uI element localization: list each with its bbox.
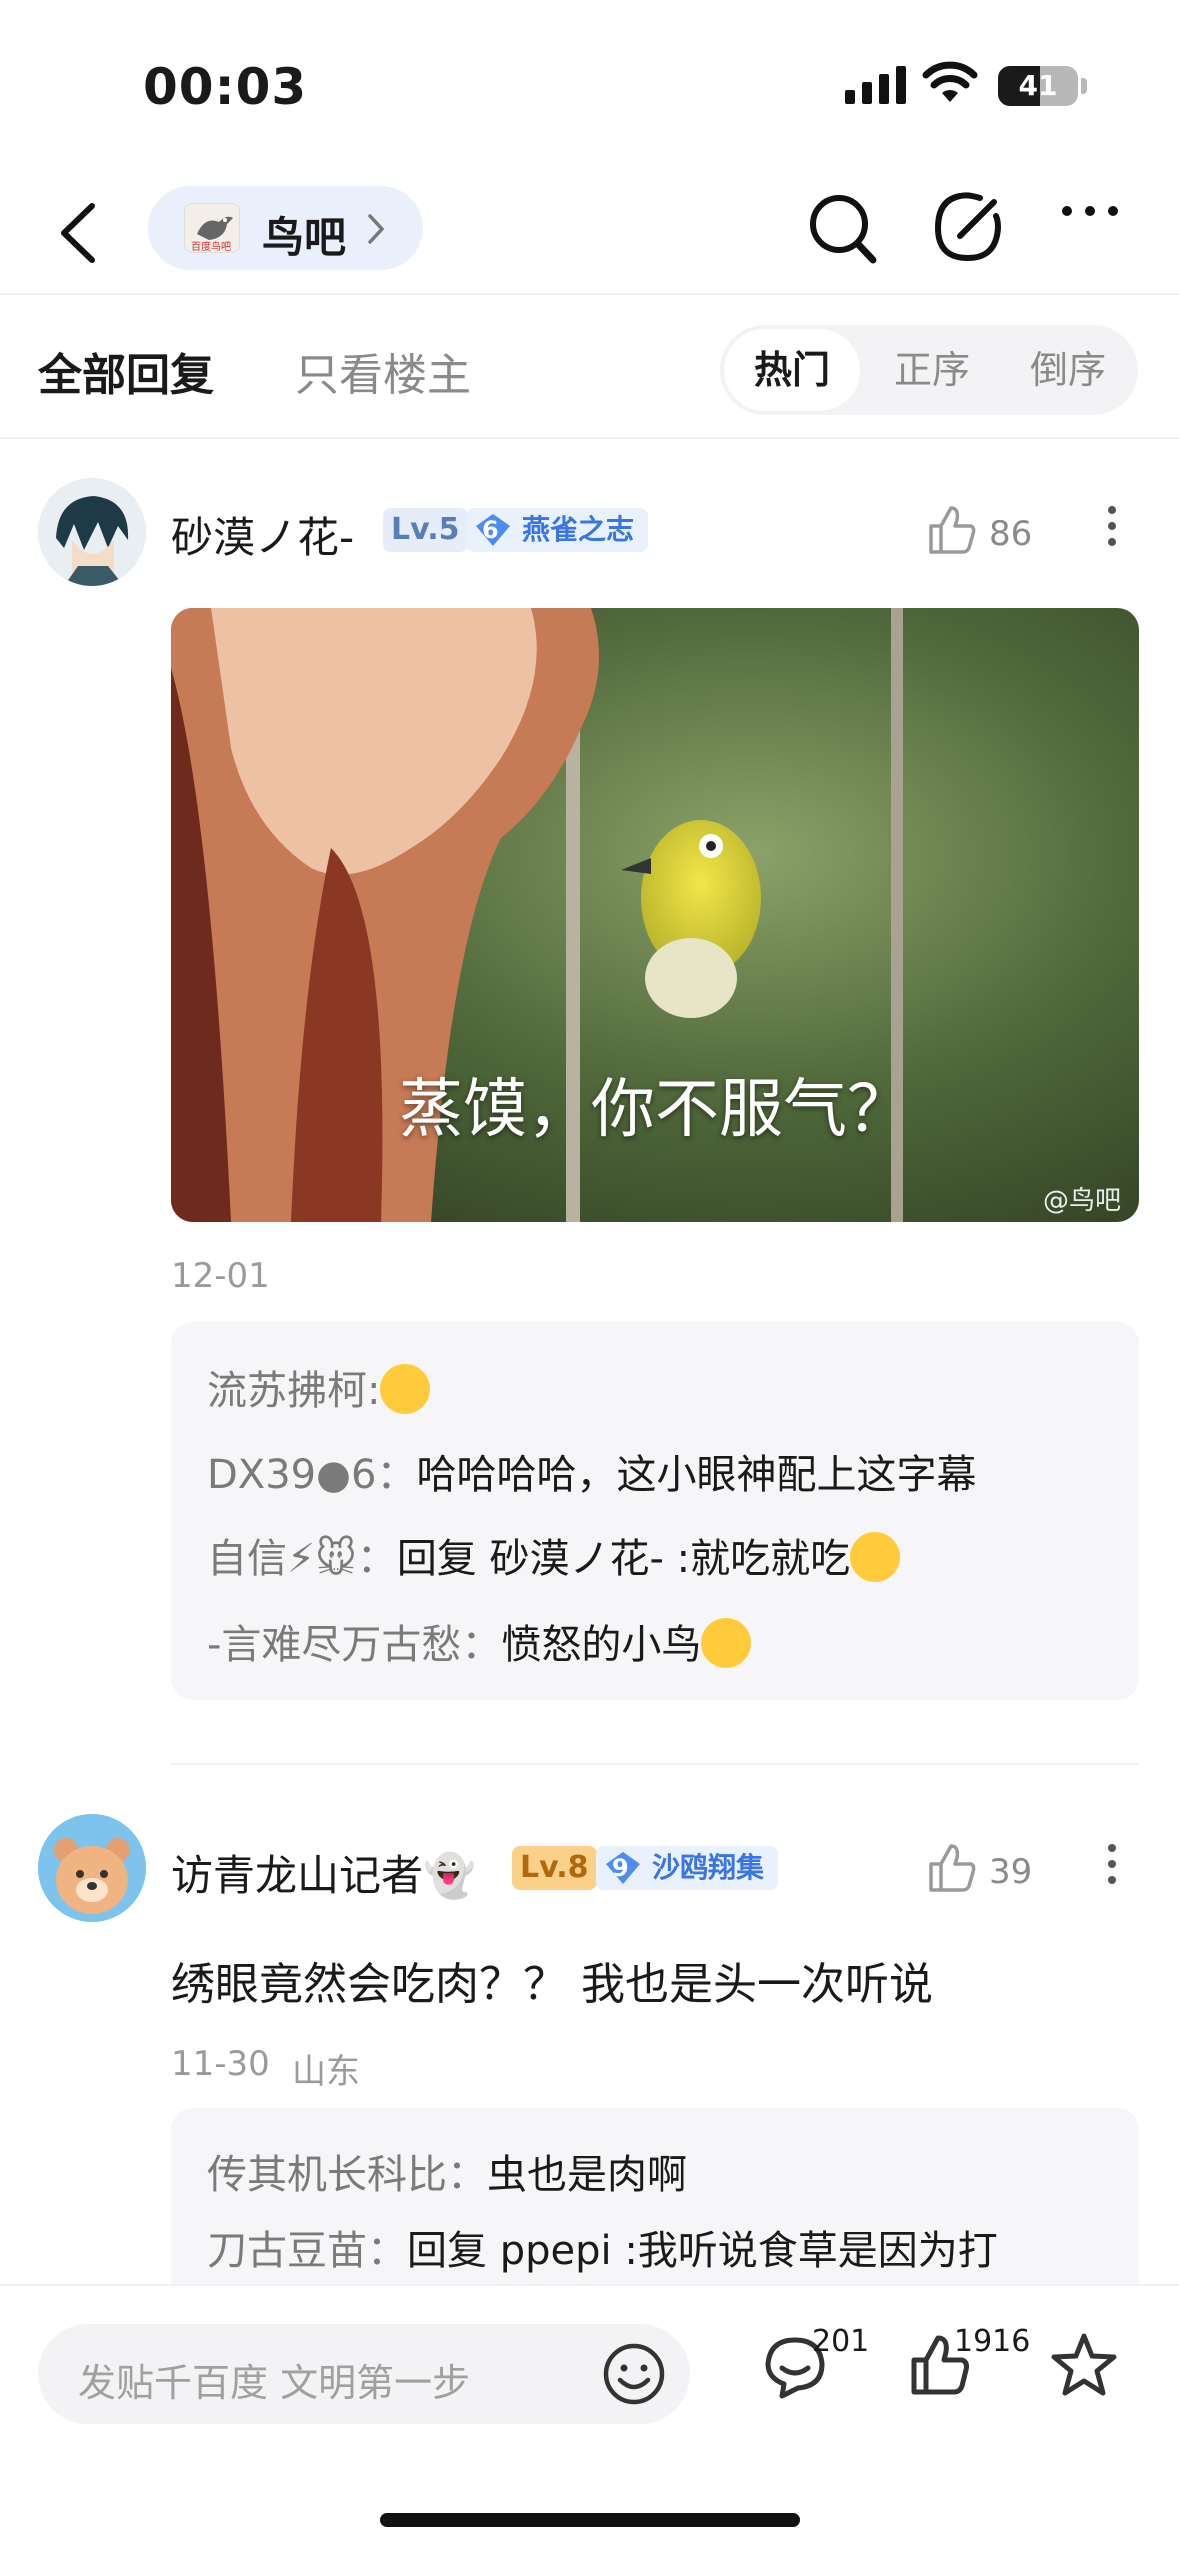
image-watermark: @鸟吧 [1042,1186,1121,1216]
star-icon[interactable] [1050,2332,1118,2398]
emoji-icon[interactable] [600,2340,668,2408]
fan-badge-level: 6 [482,516,499,544]
fan-badge-title: 沙鸥翔集 [652,1851,765,1884]
search-icon[interactable] [805,188,881,268]
home-indicator[interactable] [380,2513,800,2527]
level-badge: Lv.5 [383,508,468,552]
reply-author[interactable]: 刀古豆苗 [207,2228,367,2274]
reply-line[interactable]: 传其机长科比：虫也是肉啊 [207,2142,687,2200]
signal-icon [845,66,906,104]
comment-divider [171,1763,1139,1765]
reply-line[interactable]: 刀古豆苗：回复 ppepi :我听说食草是因为打 [207,2218,998,2276]
status-time: 00:03 [143,58,308,116]
reply-author[interactable]: 自信⚡🐭 [207,1536,357,1582]
username[interactable]: 访青龙山记者👻 [171,1842,475,1903]
like-count: 39 [989,1852,1033,1892]
compose-icon[interactable] [930,188,1006,268]
top-nav: 百度鸟吧 鸟吧 [0,170,1179,295]
fan-badge: 9 沙鸥翔集 [596,1846,779,1890]
reply-box[interactable]: 传其机长科比：虫也是肉啊 刀古豆苗：回复 ppepi :我听说食草是因为打 [171,2108,1139,2308]
sort-toggle: 热门 正序 倒序 [720,325,1138,415]
bear-avatar-icon [38,1814,146,1922]
reply-line[interactable]: 自信⚡🐭：回复 砂漠ノ花- :就吃就吃 [207,1526,901,1586]
comment-count: 201 [812,2324,870,2359]
comment-location: 山东 [292,2052,360,2092]
tab-all-replies[interactable]: 全部回复 [38,339,214,403]
reply-box[interactable]: 流苏拂柯: DX39●6：哈哈哈哈，这小眼神配上这字幕 自信⚡🐭：回复 砂漠ノ花… [171,1322,1139,1700]
filter-tabs: 全部回复 只看楼主 热门 正序 倒序 [0,297,1179,439]
comment-date: 12-01 [171,1256,270,1296]
level-badge: Lv.8 [512,1846,597,1890]
bottom-action-bar: 发贴千百度 文明第一步 201 1916 [0,2284,1179,2556]
reply-text: 回复 ppepi :我听说食草是因为打 [407,2228,998,2274]
thumb-up-icon[interactable] [925,502,979,556]
reply-separator: ： [376,1452,417,1498]
fan-badge-level: 9 [612,1854,629,1882]
avatar[interactable] [38,478,146,586]
reply-author[interactable]: 传其机长科比 [207,2152,447,2198]
reply-separator: ： [447,2152,487,2198]
sort-descending[interactable]: 倒序 [1000,329,1136,411]
sort-hot[interactable]: 热门 [724,329,860,411]
reply-line[interactable]: 流苏拂柯: [207,1358,431,1418]
yum-emoji-icon [850,1532,901,1582]
like-count: 86 [989,514,1033,554]
reply-line[interactable]: DX39●6：哈哈哈哈，这小眼神配上这字幕 [207,1442,976,1500]
reply-line[interactable]: -言难尽万古愁：愤怒的小鸟 [207,1612,752,1672]
laughing-emoji-icon [701,1618,752,1668]
wifi-icon [922,61,978,102]
comment-menu-icon[interactable] [1106,1844,1118,1894]
thumb-up-icon[interactable] [925,1840,979,1894]
reply-separator: ： [356,1536,397,1582]
status-bar: 00:03 41 [0,0,1179,170]
battery-tip [1081,78,1087,94]
forum-name: 鸟吧 [262,213,347,262]
laughing-emoji-icon [380,1364,431,1414]
reply-separator: ： [461,1622,502,1668]
reply-input-placeholder: 发贴千百度 文明第一步 [78,2361,471,2405]
tab-op-only[interactable]: 只看楼主 [295,339,471,403]
bird-logo-icon: 百度鸟吧 [191,216,233,253]
reply-text: 哈哈哈哈，这小眼神配上这字幕 [416,1452,977,1498]
reply-author[interactable]: 流苏拂柯 [207,1368,367,1414]
sort-ascending[interactable]: 正序 [864,329,1000,411]
battery-level: 41 [1018,69,1058,102]
reply-separator: ： [367,2228,407,2274]
more-options-icon[interactable] [1060,204,1120,218]
comment-date: 11-30 [171,2044,270,2084]
reply-separator: : [367,1368,381,1414]
comment-menu-icon[interactable] [1106,506,1118,556]
reply-input[interactable]: 发贴千百度 文明第一步 [38,2324,690,2424]
fan-badge-title: 燕雀之志 [522,513,635,546]
forum-logo-text: 百度鸟吧 [191,240,231,253]
forum-logo: 百度鸟吧 [184,203,240,253]
reply-text: 愤怒的小鸟 [501,1622,702,1668]
reply-text: 虫也是肉啊 [487,2152,687,2198]
back-arrow-icon[interactable] [52,198,112,268]
reply-text: 回复 砂漠ノ花- :就吃就吃 [396,1536,851,1582]
forum-chip[interactable]: 百度鸟吧 鸟吧 [148,186,423,270]
comment-text: 绣眼竟然会吃肉？？ 我也是头一次听说 [171,1959,933,2010]
image-caption: 蒸馍，你不服气？ [399,1073,911,1147]
avatar[interactable] [38,1814,146,1922]
post-image[interactable]: 蒸馍，你不服气？ @鸟吧 [171,608,1139,1222]
fan-badge: 6 燕雀之志 [466,508,649,552]
username[interactable]: 砂漠ノ花- [171,504,354,565]
reply-author[interactable]: DX39●6 [207,1452,376,1498]
anime-avatar-icon [38,478,146,586]
chevron-right-icon [368,214,385,244]
battery-icon: 41 [998,66,1078,106]
reply-author[interactable]: -言难尽万古愁 [207,1622,461,1668]
like-count: 1916 [954,2324,1031,2359]
